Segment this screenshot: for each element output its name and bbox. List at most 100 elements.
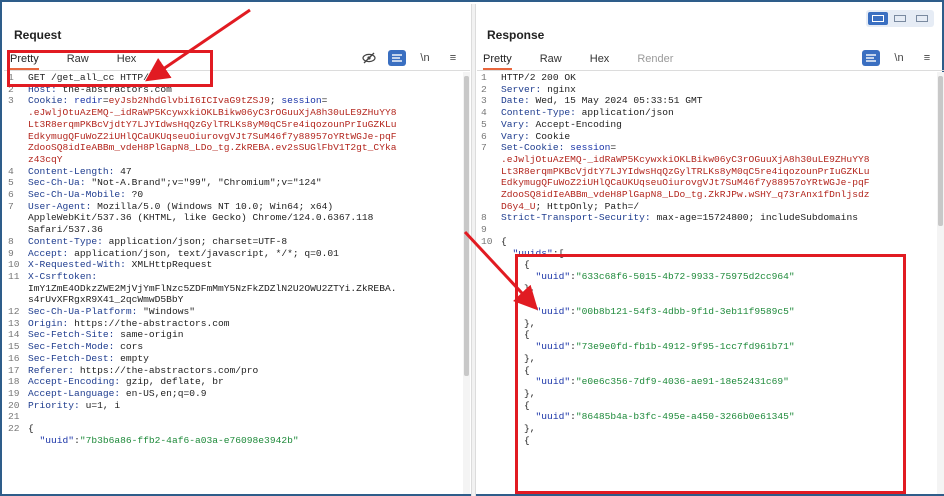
line-number: 12 xyxy=(8,306,20,318)
line-number xyxy=(4,142,28,154)
response-tab-pretty[interactable]: Pretty xyxy=(483,48,512,70)
line-number xyxy=(477,318,501,330)
code-line: EdkymugQFuWoZ2iUHlQCaUKUqseuOiurovgVJt7S… xyxy=(477,177,936,189)
line-text: AppleWebKit/537.36 (KHTML, like Gecko) C… xyxy=(28,212,374,224)
line-text: Lt3R8erqmPKBcVjdtY7LJYIdwsHqQzGylTRLKs8y… xyxy=(501,165,870,177)
line-text: .eJwljOtuAzEMQ-_idRaWP5KcywxkiOKLBikw06y… xyxy=(501,153,870,165)
code-line: 3 Cookie: redir=eyJsb2NhdGlvbiI6ICIvaG9tZ… xyxy=(4,95,462,107)
line-number xyxy=(477,201,501,213)
newline-toggle-button[interactable]: \n xyxy=(416,50,434,66)
line-text: Strict-Transport-Security: max-age=15724… xyxy=(501,212,858,224)
line-number xyxy=(477,341,501,353)
code-line: 20 Priority: u=1, i xyxy=(4,400,462,412)
code-line: ImY1ZmE4ODkzZWE2MjVjYmFlNzc5ZDFmMmY5NzFk… xyxy=(4,283,462,295)
code-line: 5 Sec-Ch-Ua: "Not-A.Brand";v="99", "Chrom… xyxy=(4,177,462,189)
pretty-print-icon[interactable] xyxy=(388,50,406,66)
code-line: 4 Content-Type: application/json xyxy=(477,107,936,119)
request-scrollbar[interactable] xyxy=(463,72,470,494)
line-text: Cookie: redir=eyJsb2NhdGlvbiI6ICIvaG9tZS… xyxy=(28,95,328,107)
code-line: s4rUvXFRgxR9X41_2qcWmwD5BbY xyxy=(4,294,462,306)
line-number: 9 xyxy=(481,224,487,236)
line-text: Server: nginx xyxy=(501,83,576,95)
code-line: 11 X-Csrftoken: xyxy=(4,271,462,283)
line-text: EdkymugQFuWoZ2iUHlQCaUKUqseuOiurovgVJt7S… xyxy=(501,177,870,189)
response-tab-hex[interactable]: Hex xyxy=(590,48,610,70)
code-line: z43cqY xyxy=(4,154,462,166)
code-line: 5 Vary: Accept-Encoding xyxy=(477,119,936,131)
request-editor[interactable]: 1 GET /get_all_cc HTTP/2 2 Host: the-abstra… xyxy=(4,72,462,496)
line-number: 21 xyxy=(8,411,20,423)
line-number: 15 xyxy=(8,341,20,353)
line-number xyxy=(4,154,28,166)
response-tab-raw[interactable]: Raw xyxy=(540,48,562,70)
code-line: 13 Origin: https://the-abstractors.com xyxy=(4,318,462,330)
line-number xyxy=(4,435,28,447)
line-number xyxy=(477,259,501,271)
response-tab-render[interactable]: Render xyxy=(637,48,673,70)
code-line: 9 Accept: application/json, text/javascri… xyxy=(4,248,462,260)
line-number: 19 xyxy=(8,387,20,399)
newline-toggle-button[interactable]: \n xyxy=(890,50,908,66)
annotation-box-request-line xyxy=(7,50,213,87)
line-text: s4rUvXFRgxR9X41_2qcWmwD5BbY xyxy=(28,294,184,306)
response-scrollbar[interactable] xyxy=(937,72,944,494)
line-number xyxy=(477,376,501,388)
burp-repeater-window: Request Pretty Raw Hex \n ≡ 1 GET /get_al… xyxy=(0,0,944,496)
code-line: 2 Server: nginx xyxy=(477,84,936,96)
line-number: 8 xyxy=(8,235,14,247)
line-text: Sec-Ch-Ua-Platform: "Windows" xyxy=(28,306,195,318)
line-number: 10 xyxy=(481,235,493,247)
line-text: Date: Wed, 15 May 2024 05:33:51 GMT xyxy=(501,95,703,107)
line-text xyxy=(501,224,936,236)
line-text: "uuid":"7b3b6a86-ffb2-4af6-a03a-e76098e3… xyxy=(39,434,299,446)
line-number: 7 xyxy=(8,200,14,212)
pretty-print-icon[interactable] xyxy=(862,50,880,66)
line-number xyxy=(4,224,28,236)
code-line: 15 Sec-Fetch-Mode: cors xyxy=(4,341,462,353)
line-number xyxy=(477,248,501,260)
panel-divider[interactable] xyxy=(471,4,476,496)
code-line: Lt3R8erqmPKBcVjdtY7LJYIdwsHqQzGylTRLKs8y… xyxy=(477,166,936,178)
line-number: 3 xyxy=(481,95,487,107)
line-number xyxy=(477,271,501,283)
hide-icon[interactable] xyxy=(360,50,378,66)
request-scrollbar-thumb[interactable] xyxy=(464,76,469,376)
line-number: 17 xyxy=(8,364,20,376)
line-number xyxy=(477,177,501,189)
line-text: Content-Type: application/json; charset=… xyxy=(28,235,288,247)
request-title: Request xyxy=(14,28,62,42)
code-line: 18 Accept-Encoding: gzip, deflate, br xyxy=(4,376,462,388)
line-text: ZdooSQ8idIeABBm_vdeH8PlGapN8_LDo_tg.ZkRE… xyxy=(28,142,397,154)
menu-icon[interactable]: ≡ xyxy=(918,50,936,66)
line-number: 10 xyxy=(8,259,20,271)
code-line: 21 xyxy=(4,411,462,423)
code-line: 17 Referer: https://the-abstractors.com/p… xyxy=(4,365,462,377)
line-number xyxy=(4,107,28,119)
code-line: Lt3R8erqmPKBcVjdtY7LJYIdwsHqQzGylTRLKs8y… xyxy=(4,119,462,131)
line-text: Lt3R8erqmPKBcVjdtY7LJYIdwsHqQzGylTRLKs8y… xyxy=(28,118,397,130)
line-text: Content-Length: 47 xyxy=(28,165,132,177)
code-line: .eJwljOtuAzEMQ-_idRaWP5KcywxkiOKLBikw06y… xyxy=(477,154,936,166)
line-text: X-Csrftoken: xyxy=(28,270,103,282)
line-text: Sec-Fetch-Site: same-origin xyxy=(28,329,184,341)
line-text: Sec-Fetch-Mode: cors xyxy=(28,341,144,353)
line-number: 13 xyxy=(8,317,20,329)
menu-icon[interactable]: ≡ xyxy=(444,50,462,66)
code-line: 6 Vary: Cookie xyxy=(477,131,936,143)
code-line: Safari/537.36 xyxy=(4,224,462,236)
response-tab-separator xyxy=(477,70,944,71)
response-scrollbar-thumb[interactable] xyxy=(938,76,943,226)
line-text xyxy=(28,411,462,423)
annotation-box-response-body xyxy=(515,254,906,494)
line-number xyxy=(477,294,501,306)
line-text: .eJwljOtuAzEMQ-_idRaWP5KcywxkiOKLBikw06y… xyxy=(28,107,397,119)
line-text: HTTP/2 200 OK xyxy=(501,72,576,83)
response-toolbar: \n ≡ xyxy=(862,48,936,68)
line-number xyxy=(4,294,28,306)
line-text: { xyxy=(501,235,507,247)
line-number xyxy=(477,329,501,341)
line-text: Priority: u=1, i xyxy=(28,399,121,411)
line-number: 18 xyxy=(8,376,20,388)
code-line: D6y4_U; HttpOnly; Path=/ xyxy=(477,201,936,213)
line-number xyxy=(477,388,501,400)
